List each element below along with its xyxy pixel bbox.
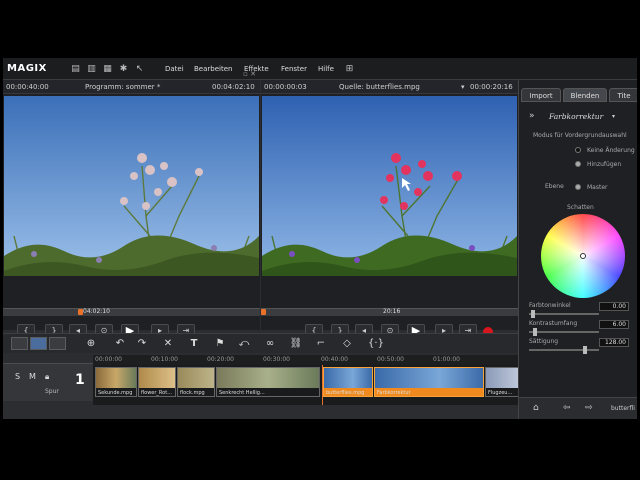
program-window-buttons[interactable]: ▫ ✕ xyxy=(243,70,256,78)
forward-arrow-icon[interactable]: ⇨ xyxy=(585,403,593,413)
video-editor-window: MAGIX ▤ ▥ ▦ ✱ ↖ Datei Bearbeiten Effekte… xyxy=(3,58,637,419)
redo-icon[interactable]: ↷ xyxy=(135,337,149,351)
timeline-ruler[interactable]: 00:00:00 00:10:00 00:20:00 00:30:00 00:4… xyxy=(93,355,518,365)
ruler-tick: 00:00:00 xyxy=(95,356,122,363)
lock-icon[interactable]: 🔒︎ xyxy=(45,372,49,382)
cut-icon[interactable]: ⌐ xyxy=(313,337,329,351)
radio-label: Keine Änderung xyxy=(587,147,635,154)
undo-icon[interactable]: ↶ xyxy=(113,337,127,351)
source-position-ruler[interactable]: 20:16 xyxy=(261,308,518,316)
back-arrow-icon[interactable]: ⇦ xyxy=(563,403,571,413)
color-wheel-handle[interactable] xyxy=(580,253,586,259)
menu-datei[interactable]: Datei xyxy=(165,65,184,73)
radio-master[interactable] xyxy=(575,184,581,190)
menu-hilfe[interactable]: Hilfe xyxy=(318,65,334,73)
timeline-clip-selected[interactable]: Farbkorrektur xyxy=(374,367,484,397)
double-chevron-icon[interactable]: » xyxy=(529,111,535,121)
slider-kontrastumfang[interactable]: Kontrastumfang 6.00 xyxy=(529,320,629,336)
video-tools-icon[interactable]: ⊞ xyxy=(345,64,354,74)
unlink-icon[interactable]: ⤺ xyxy=(237,337,251,351)
timeline-clip-selected[interactable]: butterflies.mpg xyxy=(323,367,373,397)
timeline-clip[interactable]: flower_Rot... xyxy=(138,367,176,397)
mode-label: Modus für Vordergrundauswahl xyxy=(533,132,627,139)
program-position-ruler[interactable]: 04:02:10 xyxy=(3,308,260,316)
track-number: 1 xyxy=(75,372,85,388)
timeline-tracks[interactable]: Sekunde.mpg flower_Rot... flock.mpg Senk… xyxy=(93,365,518,405)
radio-hinzufuegen[interactable] xyxy=(575,161,581,167)
program-video-image xyxy=(4,96,259,276)
source-video-frame xyxy=(262,96,517,276)
help-cursor-icon[interactable]: ↖ xyxy=(135,64,144,74)
tab-import[interactable]: Import xyxy=(521,88,561,102)
mute-button[interactable]: M xyxy=(29,372,36,381)
program-timecode-left: 00:00:40:00 xyxy=(6,83,49,91)
section-dropdown-icon[interactable]: ▾ xyxy=(612,113,615,120)
current-folder: butterfli xyxy=(611,405,635,412)
ruler-tick: 00:30:00 xyxy=(263,356,290,363)
source-timecode-right: 00:00:20:16 xyxy=(470,83,513,91)
link-icon[interactable]: ⛓ xyxy=(289,337,303,351)
scene-mode-button[interactable] xyxy=(49,337,66,350)
group-icon[interactable]: ∞ xyxy=(261,337,279,351)
media-pool-tabs: Import Blenden Tite xyxy=(519,88,637,102)
menu-fenster[interactable]: Fenster xyxy=(281,65,307,73)
radio-keine-aenderung[interactable] xyxy=(575,147,581,153)
ebene-value: Master xyxy=(587,184,608,191)
mouse-mode-icon[interactable]: ⊕ xyxy=(83,337,99,351)
title-icon[interactable]: T xyxy=(187,337,201,351)
source-video-image xyxy=(262,96,517,276)
span-icon[interactable]: {·} xyxy=(365,337,387,351)
tab-titel[interactable]: Tite xyxy=(609,88,637,102)
track-label: Spur xyxy=(45,388,59,395)
menu-bar: MAGIX ▤ ▥ ▦ ✱ ↖ Datei Bearbeiten Effekte… xyxy=(3,58,637,80)
radio-label: Hinzufügen xyxy=(587,161,622,168)
track-header: S M 🔒︎ 1 Spur xyxy=(3,363,93,401)
ruler-tick: 00:20:00 xyxy=(207,356,234,363)
timeline-mode-button[interactable] xyxy=(30,337,47,350)
source-dropdown-icon[interactable]: ▾ xyxy=(461,83,465,91)
source-position-marker[interactable] xyxy=(261,309,266,315)
ruler-tick: 01:00:00 xyxy=(433,356,460,363)
marker-icon[interactable]: ⚑ xyxy=(213,337,227,351)
program-timecode-right: 00:04:02:10 xyxy=(212,83,255,91)
new-icon[interactable]: ▤ xyxy=(71,64,80,74)
menu-bearbeiten[interactable]: Bearbeiten xyxy=(194,65,232,73)
tools-icon[interactable]: ✱ xyxy=(119,64,128,74)
timeline-clip[interactable]: flock.mpg xyxy=(177,367,215,397)
media-pool-footer: ⌂ ⇦ ⇨ butterfli xyxy=(519,397,637,419)
timeline-clip[interactable]: Senkrecht Hellig... xyxy=(216,367,320,397)
solo-button[interactable]: S xyxy=(15,372,20,381)
source-monitor-titlebar: 00:00:00:03 Quelle: butterflies.mpg ▾ 00… xyxy=(261,80,518,94)
program-monitor-titlebar: 00:00:40:00 Programm: sommer * 00:04:02:… xyxy=(3,80,260,94)
ruler-tick: 00:50:00 xyxy=(377,356,404,363)
eraser-icon[interactable]: ◇ xyxy=(339,337,355,351)
program-title: Programm: sommer * xyxy=(85,83,161,91)
source-title: Quelle: butterflies.mpg xyxy=(339,83,420,91)
source-timecode-left: 00:00:00:03 xyxy=(264,83,307,91)
program-video-frame xyxy=(4,96,259,276)
schatten-label: Schatten xyxy=(567,204,594,211)
source-ruler-timecode: 20:16 xyxy=(383,308,401,315)
delete-icon[interactable]: ✕ xyxy=(161,337,175,351)
timeline-clip[interactable]: Flugzeu... xyxy=(485,367,518,397)
timeline-toolbar: ⊕ ↶ ↷ ✕ T ⚑ ⤺ ∞ ⛓ ⌐ ◇ {·} xyxy=(3,333,518,353)
save-icon[interactable]: ▦ xyxy=(103,64,112,74)
section-title: Farbkorrektur xyxy=(549,112,604,121)
program-ruler-timecode: 04:02:10 xyxy=(83,308,110,315)
ruler-tick: 00:10:00 xyxy=(151,356,178,363)
media-pool-panel: Import Blenden Tite » Farbkorrektur ▾ Mo… xyxy=(518,80,637,419)
open-icon[interactable]: ▥ xyxy=(87,64,96,74)
tab-blenden[interactable]: Blenden xyxy=(563,88,607,102)
home-icon[interactable]: ⌂ xyxy=(533,403,539,413)
ebene-label: Ebene xyxy=(545,183,564,190)
storyboard-mode-button[interactable] xyxy=(11,337,28,350)
slider-saettigung[interactable]: Sättigung 128.00 xyxy=(529,338,629,354)
app-logo: MAGIX xyxy=(7,63,47,74)
slider-farbtonwinkel[interactable]: Farbtonwinkel 0.00 xyxy=(529,302,629,318)
timeline-clip[interactable]: Sekunde.mpg xyxy=(95,367,137,397)
ruler-tick: 00:40:00 xyxy=(321,356,348,363)
source-monitor: 00:00:00:03 Quelle: butterflies.mpg ▾ 00… xyxy=(261,80,518,351)
program-monitor: 00:00:40:00 Programm: sommer * 00:04:02:… xyxy=(3,70,260,351)
timeline-playhead[interactable] xyxy=(322,365,323,405)
